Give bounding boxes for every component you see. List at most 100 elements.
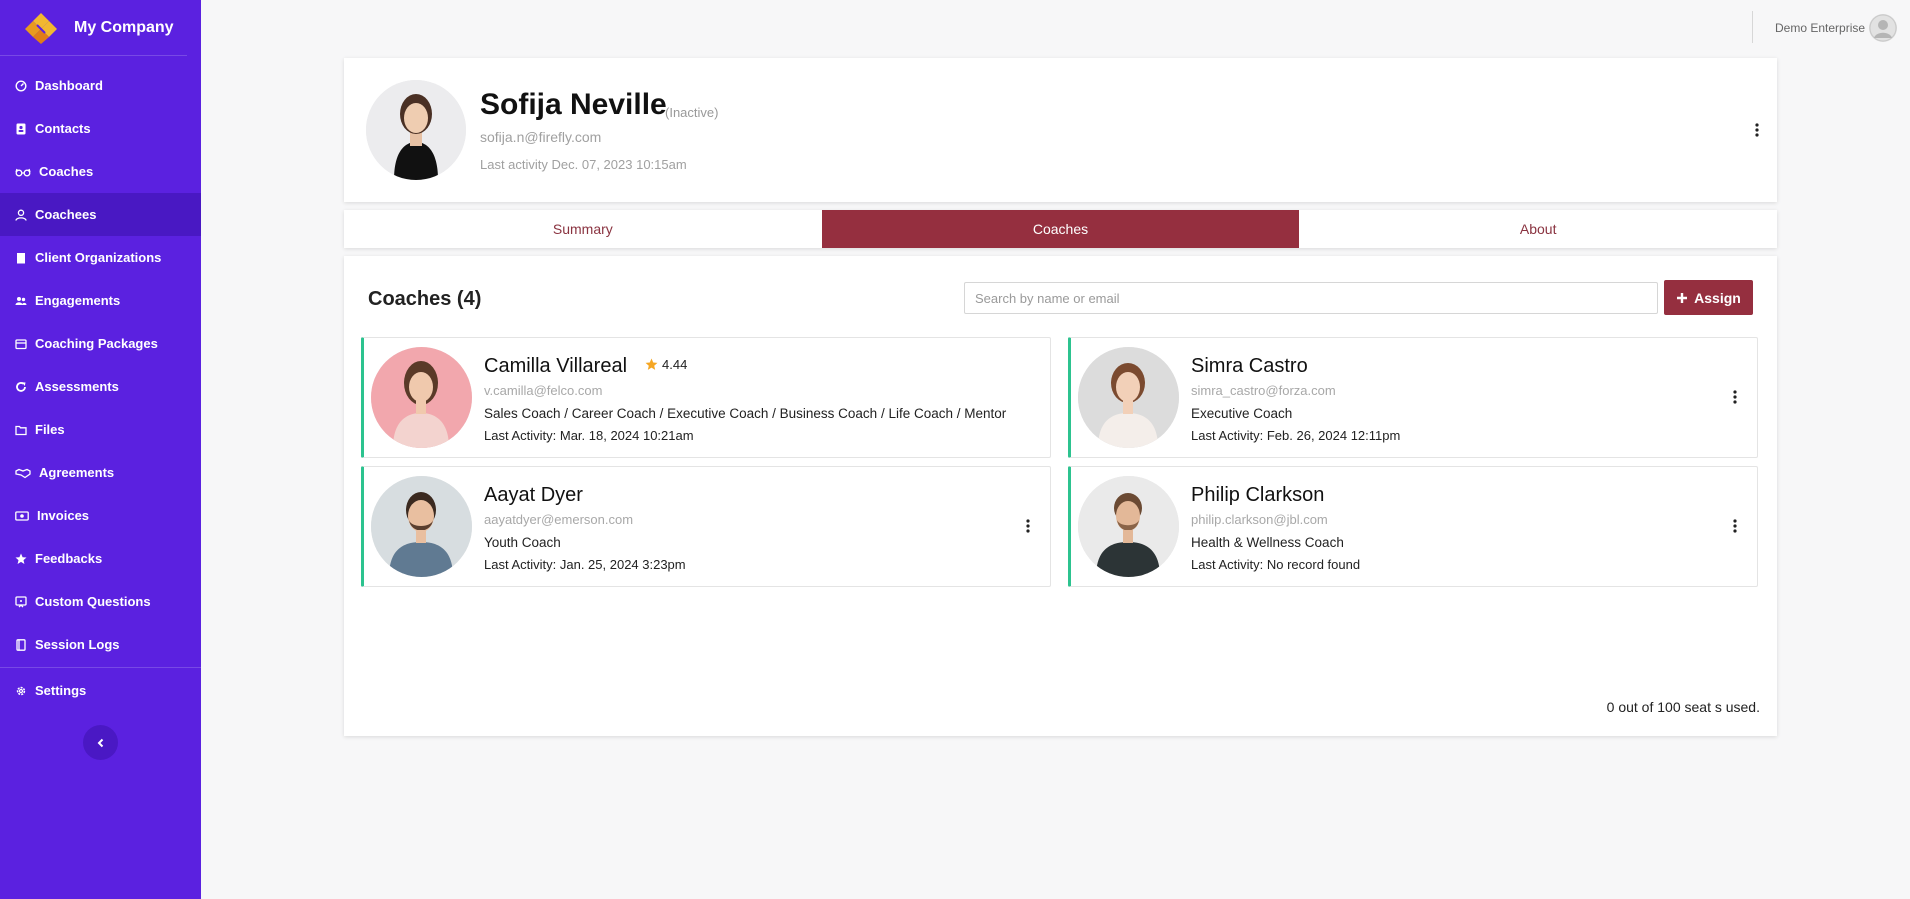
coach-name[interactable]: Philip Clarkson xyxy=(1191,484,1324,507)
brand[interactable]: My Company xyxy=(0,0,187,56)
coach-photo xyxy=(1078,476,1179,577)
sidebar-item-label: Assessments xyxy=(35,379,119,394)
more-vertical-icon xyxy=(1733,390,1737,404)
coach-name[interactable]: Aayat Dyer xyxy=(484,484,583,507)
sidebar-item-label: Files xyxy=(35,422,65,437)
gear-icon xyxy=(15,685,27,697)
coach-name[interactable]: Camilla Villareal xyxy=(484,355,627,378)
sidebar-collapse-button[interactable] xyxy=(83,725,118,760)
coach-photo xyxy=(1078,347,1179,448)
assign-button[interactable]: Assign xyxy=(1664,280,1753,315)
company-logo-icon xyxy=(25,12,57,44)
sidebar-item-files[interactable]: Files xyxy=(0,408,201,451)
sidebar-item-coachees[interactable]: Coachees xyxy=(0,193,201,236)
coach-photo xyxy=(371,347,472,448)
sidebar-item-coaches[interactable]: Coaches xyxy=(0,150,201,193)
tab-summary[interactable]: Summary xyxy=(344,210,822,248)
user-name[interactable]: Demo Enterprise xyxy=(1775,21,1865,35)
user-avatar[interactable] xyxy=(1869,14,1897,42)
coaches-title: Coaches (4) xyxy=(368,288,482,310)
sidebar-item-label: Coaches xyxy=(39,164,94,179)
handshake-icon xyxy=(15,467,31,479)
coach-rating: 4.44 xyxy=(645,357,687,372)
nav-divider xyxy=(0,667,201,668)
coach-last-activity: Last Activity: Feb. 26, 2024 12:11pm xyxy=(1191,428,1401,443)
sidebar-item-custom-questions[interactable]: Custom Questions xyxy=(0,580,201,623)
coach-more-button[interactable] xyxy=(1726,386,1744,408)
sidebar-item-session-logs[interactable]: Session Logs xyxy=(0,623,201,666)
coach-email: aayatdyer@emerson.com xyxy=(484,512,634,527)
star-icon xyxy=(15,553,27,565)
profile-more-button[interactable] xyxy=(1748,119,1766,141)
profile-photo xyxy=(366,80,466,180)
sidebar-item-label: Settings xyxy=(35,683,87,698)
profile-email: sofija.n@firefly.com xyxy=(480,129,602,145)
search-input[interactable] xyxy=(964,282,1658,314)
coach-role: Sales Coach / Career Coach / Executive C… xyxy=(484,406,1007,421)
sidebar-item-label: Contacts xyxy=(35,121,91,136)
refresh-icon xyxy=(15,381,27,393)
coach-email: simra_castro@forza.com xyxy=(1191,383,1336,398)
brand-name: My Company xyxy=(74,18,174,36)
profile-last-activity: Last activity Dec. 07, 2023 10:15am xyxy=(480,157,687,172)
coach-name[interactable]: Simra Castro xyxy=(1191,355,1308,378)
coach-photo xyxy=(371,476,472,577)
sidebar-item-label: Session Logs xyxy=(35,637,120,652)
coach-last-activity: Last Activity: Jan. 25, 2024 3:23pm xyxy=(484,557,686,572)
assign-label: Assign xyxy=(1694,289,1741,306)
profile-tabs: Summary Coaches About xyxy=(344,210,1777,248)
more-vertical-icon xyxy=(1755,123,1759,137)
tab-coaches[interactable]: Coaches xyxy=(821,210,1300,248)
sidebar-item-label: Custom Questions xyxy=(35,594,151,609)
sidebar-item-label: Feedbacks xyxy=(35,551,103,566)
plus-icon xyxy=(1677,292,1688,303)
folder-icon xyxy=(15,424,27,436)
coach-more-button[interactable] xyxy=(1726,515,1744,537)
sidebar-item-assessments[interactable]: Assessments xyxy=(0,365,201,408)
coach-card[interactable]: Simra Castro simra_castro@forza.com Exec… xyxy=(1068,337,1758,458)
coach-card[interactable]: Camilla Villareal 4.44 v.camilla@felco.c… xyxy=(361,337,1051,458)
coach-role: Youth Coach xyxy=(484,535,561,550)
default-avatar-icon xyxy=(1869,14,1897,42)
coaches-panel: Coaches (4) Assign Camilla Villareal 4.4… xyxy=(344,256,1777,736)
sidebar-item-settings[interactable]: Settings xyxy=(0,669,201,712)
user-icon xyxy=(15,209,27,221)
sidebar-item-invoices[interactable]: Invoices xyxy=(0,494,201,537)
more-vertical-icon xyxy=(1733,519,1737,533)
sidebar-item-feedbacks[interactable]: Feedbacks xyxy=(0,537,201,580)
sidebar-item-agreements[interactable]: Agreements xyxy=(0,451,201,494)
sidebar-item-label: Dashboard xyxy=(35,78,103,93)
coach-email: v.camilla@felco.com xyxy=(484,383,603,398)
profile-status: (Inactive) xyxy=(665,105,719,120)
profile-name: Sofija Neville xyxy=(480,88,667,121)
sidebar-item-label: Coaching Packages xyxy=(35,336,158,351)
rating-value: 4.44 xyxy=(662,357,688,372)
coach-last-activity: Last Activity: Mar. 18, 2024 10:21am xyxy=(484,428,694,443)
sidebar-nav: Dashboard Contacts Coaches Coachees Clie… xyxy=(0,56,201,712)
sidebar-item-label: Engagements xyxy=(35,293,121,308)
glasses-icon xyxy=(15,166,31,178)
building-icon xyxy=(15,252,27,264)
profile-card: Sofija Neville (Inactive) sofija.n@firef… xyxy=(344,58,1777,202)
sidebar-item-label: Agreements xyxy=(39,465,115,480)
star-icon xyxy=(645,358,658,370)
sidebar-item-contacts[interactable]: Contacts xyxy=(0,107,201,150)
dashboard-icon xyxy=(15,79,27,92)
coach-email: philip.clarkson@jbl.com xyxy=(1191,512,1328,527)
sidebar: My Company Dashboard Contacts Coaches Co… xyxy=(0,0,201,899)
coach-card[interactable]: Aayat Dyer aayatdyer@emerson.com Youth C… xyxy=(361,466,1051,587)
sidebar-item-dashboard[interactable]: Dashboard xyxy=(0,64,201,107)
sidebar-item-label: Client Organizations xyxy=(35,250,162,265)
sidebar-item-engagements[interactable]: Engagements xyxy=(0,279,201,322)
sidebar-item-coaching-packages[interactable]: Coaching Packages xyxy=(0,322,201,365)
coach-card[interactable]: Philip Clarkson philip.clarkson@jbl.com … xyxy=(1068,466,1758,587)
contacts-icon xyxy=(15,123,27,135)
tab-about[interactable]: About xyxy=(1299,210,1777,248)
question-book-icon xyxy=(15,595,27,608)
sidebar-item-client-organizations[interactable]: Client Organizations xyxy=(0,236,201,279)
package-icon xyxy=(15,338,27,350)
seats-usage: 0 out of 100 seat s used. xyxy=(1606,699,1760,715)
chevron-left-icon xyxy=(97,738,103,747)
coach-more-button[interactable] xyxy=(1019,515,1037,537)
coach-role: Executive Coach xyxy=(1191,406,1293,421)
